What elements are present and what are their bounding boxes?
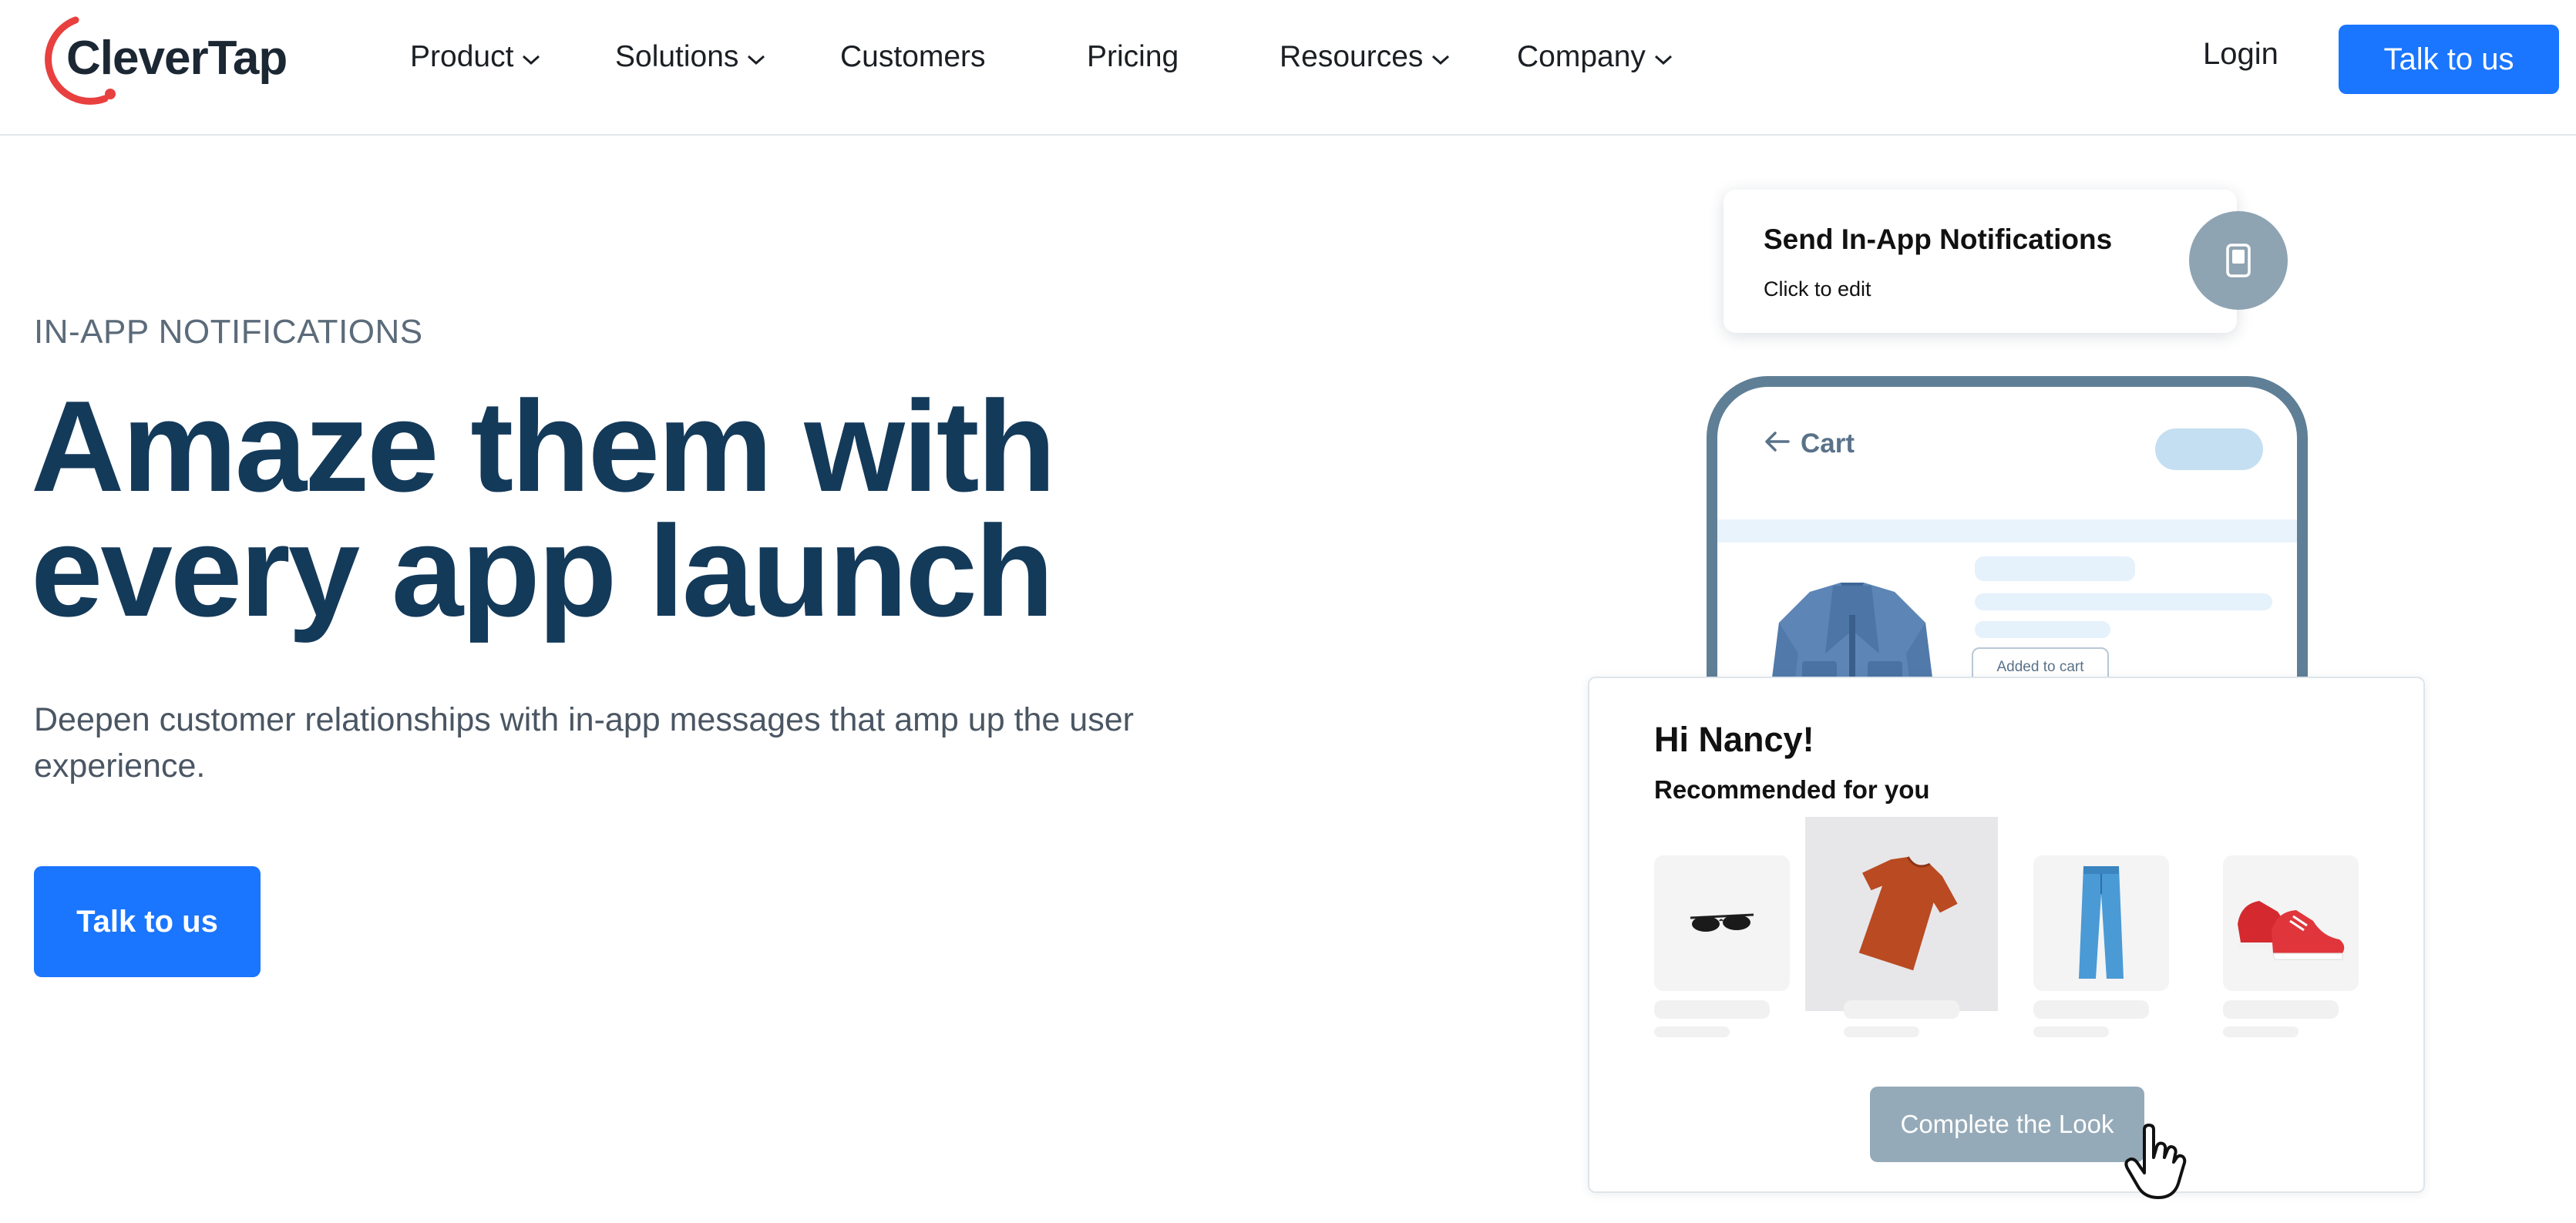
- phone-icon: [2226, 244, 2251, 277]
- jeans-icon: [2079, 866, 2124, 979]
- clevertap-logo[interactable]: CleverTap: [31, 14, 288, 108]
- nav-resources[interactable]: Resources: [1280, 35, 1451, 79]
- complete-the-look-button[interactable]: Complete the Look: [1870, 1087, 2144, 1162]
- phone-divider-band: [1717, 519, 2297, 543]
- nav-pricing[interactable]: Pricing: [1087, 35, 1179, 79]
- chevron-down-icon: [523, 55, 540, 66]
- nav-pricing-label: Pricing: [1087, 40, 1179, 73]
- skeleton-line: [1975, 556, 2135, 581]
- product-sunglasses[interactable]: [1654, 855, 1790, 991]
- nav-customers-label: Customers: [840, 40, 986, 73]
- sneakers-icon: [2238, 901, 2345, 960]
- nav-customers[interactable]: Customers: [840, 35, 986, 79]
- nav-company-label: Company: [1517, 40, 1646, 73]
- skeleton-line: [2223, 1000, 2339, 1019]
- skeleton-line: [2223, 1026, 2299, 1037]
- login-link[interactable]: Login: [2203, 37, 2278, 72]
- hand-pointer-icon: [2124, 1124, 2187, 1199]
- hero-headline-line1: Amaze them with: [31, 374, 1056, 519]
- skeleton-line: [1654, 1000, 1770, 1019]
- reco-subtitle: Recommended for you: [1654, 775, 1930, 804]
- nav-product[interactable]: Product: [410, 35, 541, 79]
- nav-company[interactable]: Company: [1517, 35, 1673, 79]
- nav-solutions[interactable]: Solutions: [615, 35, 766, 79]
- tshirt-icon: [1858, 856, 1958, 971]
- recommendation-card: Hi Nancy! Recommended for you Complete t…: [1588, 677, 2425, 1199]
- hero-headline-line2: every app launch: [31, 499, 1054, 643]
- product-sneakers[interactable]: [2223, 855, 2359, 991]
- skeleton-line: [2033, 1000, 2149, 1019]
- skeleton-line: [2033, 1026, 2109, 1037]
- sunglasses-icon: [1690, 913, 1754, 932]
- phone-header-pill: [2155, 428, 2263, 470]
- chevron-down-icon: [1654, 55, 1672, 66]
- logo-text: CleverTap: [66, 32, 288, 85]
- skeleton-line: [1844, 1026, 1919, 1037]
- chevron-down-icon: [748, 55, 765, 66]
- chevron-down-icon: [1432, 55, 1450, 66]
- nav-solutions-label: Solutions: [615, 40, 739, 73]
- notification-card-title: Send In-App Notifications: [1764, 223, 2113, 255]
- skeleton-line: [1844, 1000, 1959, 1019]
- send-in-app-notification-card[interactable]: Send In-App Notifications Click to edit: [1723, 190, 2237, 333]
- hero-headline: Amaze them with every app launch: [31, 381, 1187, 636]
- header-talk-to-us-button[interactable]: Talk to us: [2339, 25, 2559, 94]
- skeleton-line: [1975, 593, 2272, 610]
- notification-card-subtitle: Click to edit: [1764, 277, 1871, 301]
- skeleton-line: [1975, 621, 2110, 638]
- hero-subtext: Deepen customer relationships with in-ap…: [34, 701, 1134, 785]
- product-jeans[interactable]: [2033, 855, 2169, 991]
- reco-greeting: Hi Nancy!: [1654, 720, 1814, 759]
- skeleton-line: [1654, 1026, 1730, 1037]
- hero-talk-to-us-button[interactable]: Talk to us: [34, 866, 261, 977]
- arrow-left-icon[interactable]: [1764, 430, 1791, 453]
- hero-eyebrow: IN-APP NOTIFICATIONS: [34, 313, 423, 351]
- product-tshirt[interactable]: [1805, 817, 1998, 1011]
- nav-product-label: Product: [410, 40, 514, 73]
- site-header: CleverTap Product Solutions Customers Pr…: [0, 0, 2576, 136]
- phone-cart-title: Cart: [1801, 428, 1855, 459]
- phone-icon-badge: [2189, 211, 2288, 310]
- nav-resources-label: Resources: [1280, 40, 1424, 73]
